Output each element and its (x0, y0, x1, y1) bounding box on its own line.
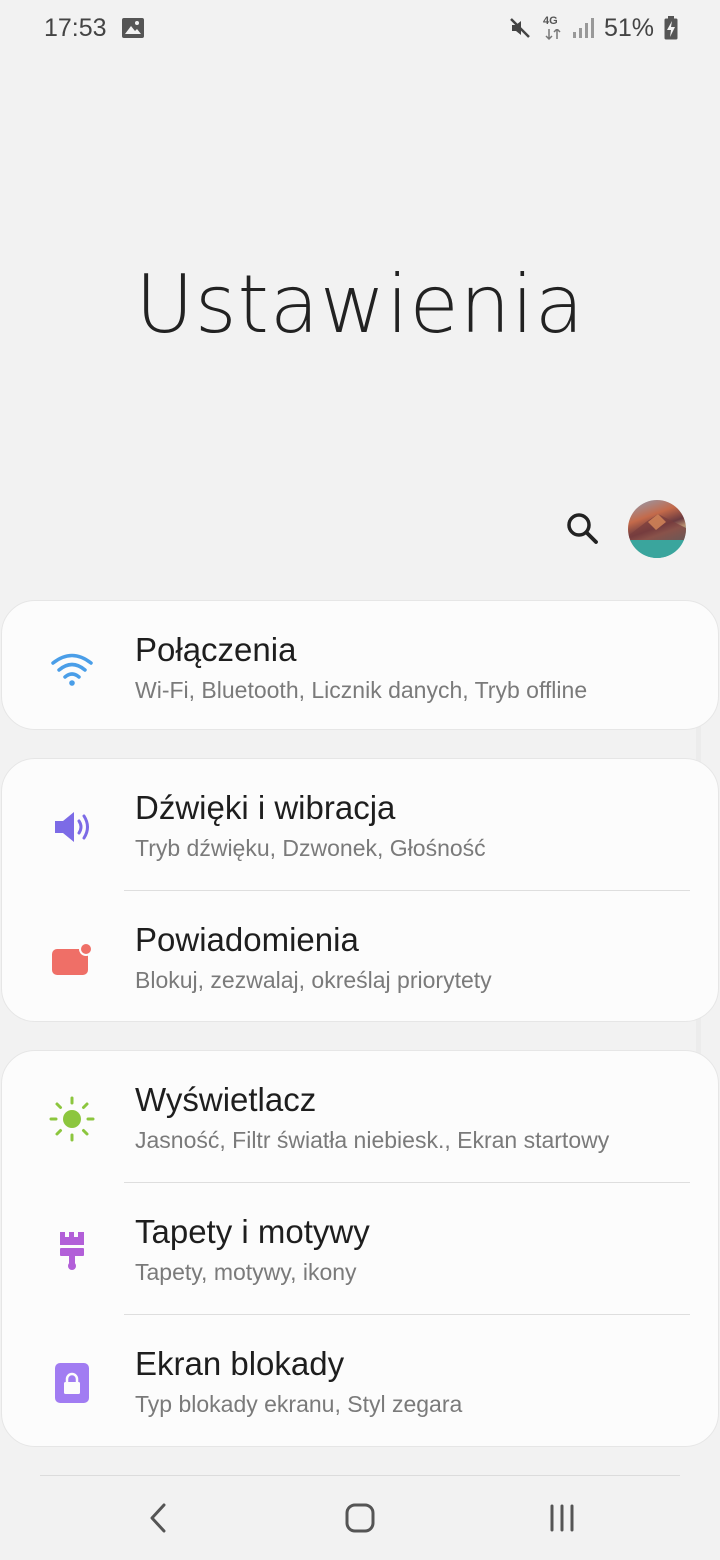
status-left: 17:53 (44, 14, 145, 43)
battery-charging-icon (664, 16, 678, 40)
settings-item-display[interactable]: Wyświetlacz Jasność, Filtr światła niebi… (2, 1051, 720, 1183)
navigation-bar (0, 1476, 720, 1560)
settings-item-subtitle: Tapety, motywy, ikony (135, 1259, 357, 1285)
home-button[interactable] (330, 1496, 390, 1540)
image-icon (121, 17, 145, 39)
back-icon (150, 1503, 166, 1533)
settings-item-subtitle: Jasność, Filtr światła niebiesk., Ekran … (135, 1127, 610, 1153)
settings-item-subtitle: Tryb dźwięku, Dzwonek, Głośność (135, 835, 486, 861)
settings-item-title: Ekran blokady (135, 1345, 345, 1382)
notification-icon (48, 937, 96, 981)
settings-item-subtitle: Blokuj, zezwalaj, określaj priorytety (135, 967, 492, 993)
home-icon (345, 1503, 375, 1533)
search-icon (567, 513, 598, 544)
signal-icon (572, 17, 594, 39)
settings-item-subtitle: Wi-Fi, Bluetooth, Licznik danych, Tryb o… (135, 677, 588, 703)
settings-item-title: Połączenia (135, 631, 297, 668)
wifi-icon (48, 647, 96, 691)
settings-group-connections: Połączenia Wi-Fi, Bluetooth, Licznik dan… (1, 600, 719, 730)
mute-icon (508, 16, 532, 40)
page-title: Ustawienia (135, 258, 585, 351)
search-button[interactable] (562, 508, 602, 548)
lock-icon (48, 1361, 96, 1405)
back-button[interactable] (128, 1496, 188, 1540)
settings-item-notifications[interactable]: Powiadomienia Blokuj, zezwalaj, określaj… (2, 891, 720, 1023)
speaker-icon (48, 805, 96, 849)
settings-item-lockscreen[interactable]: Ekran blokady Typ blokady ekranu, Styl z… (2, 1315, 720, 1447)
recents-icon (550, 1504, 574, 1532)
status-bar: 17:53 4G 51% (0, 0, 720, 56)
status-time: 17:53 (44, 13, 107, 42)
settings-group-display: Wyświetlacz Jasność, Filtr światła niebi… (1, 1050, 719, 1447)
settings-item-title: Powiadomienia (135, 921, 359, 958)
settings-group-sound-notifications: Dźwięki i wibracja Tryb dźwięku, Dzwonek… (1, 758, 719, 1022)
network-4g-icon: 4G (542, 15, 562, 41)
status-right: 4G 51% (508, 14, 678, 43)
settings-item-title: Tapety i motywy (135, 1213, 370, 1250)
settings-item-sounds[interactable]: Dźwięki i wibracja Tryb dźwięku, Dzwonek… (2, 759, 720, 891)
battery-text: 51% (603, 13, 654, 42)
settings-item-title: Dźwięki i wibracja (135, 789, 396, 826)
settings-item-wallpapers[interactable]: Tapety i motywy Tapety, motywy, ikony (2, 1183, 720, 1315)
profile-avatar[interactable] (628, 500, 686, 558)
paintbrush-icon (48, 1229, 96, 1273)
settings-item-title: Wyświetlacz (135, 1081, 317, 1118)
settings-item-connections[interactable]: Połączenia Wi-Fi, Bluetooth, Licznik dan… (2, 601, 720, 733)
brightness-icon (48, 1096, 96, 1142)
recents-button[interactable] (532, 1496, 592, 1540)
settings-item-subtitle: Typ blokady ekranu, Styl zegara (135, 1391, 463, 1417)
